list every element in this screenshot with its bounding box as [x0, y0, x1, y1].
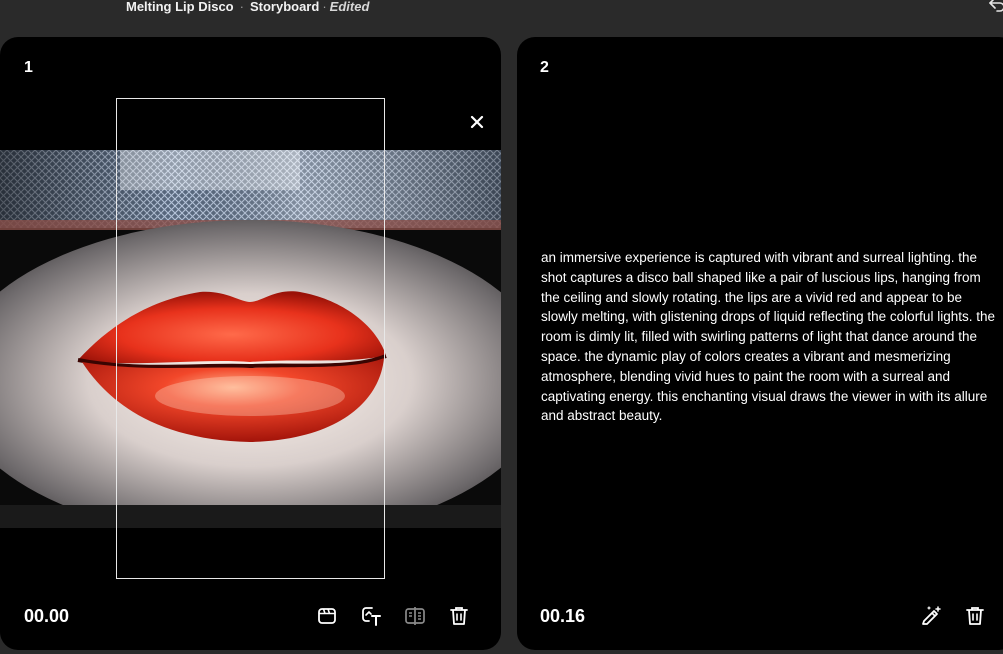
breadcrumb-separator: · [322, 0, 327, 14]
top-bar: Melting Lip Disco · Storyboard · Edited [0, 0, 1003, 18]
breadcrumb-separator: · [239, 0, 244, 14]
scene-number: 2 [540, 59, 549, 76]
scene-timecode: 00.00 [24, 606, 70, 626]
section-title: Storyboard [249, 0, 320, 14]
edit-status: Edited [329, 0, 370, 14]
crop-frame[interactable] [116, 98, 385, 579]
trash-icon[interactable] [963, 604, 987, 628]
scene-prompt-text: an immersive experience is captured with… [541, 250, 995, 424]
undo-icon[interactable] [987, 0, 1003, 14]
clapperboard-icon[interactable] [315, 604, 339, 628]
trash-icon[interactable] [447, 604, 471, 628]
scene-number: 1 [24, 59, 33, 76]
close-icon[interactable] [467, 112, 487, 132]
project-title[interactable]: Melting Lip Disco [126, 0, 234, 14]
magic-wand-edit-icon[interactable] [919, 604, 943, 628]
scene-card-1[interactable]: 1 00.00 [0, 37, 501, 650]
breadcrumb: Melting Lip Disco · Storyboard · Edited [126, 0, 369, 14]
split-compare-icon [405, 607, 425, 625]
scene-card-2[interactable]: 2 an immersive experience is captured wi… [517, 37, 1003, 650]
text-overlay-icon[interactable] [359, 604, 383, 628]
scene-timecode: 00.16 [540, 606, 586, 626]
